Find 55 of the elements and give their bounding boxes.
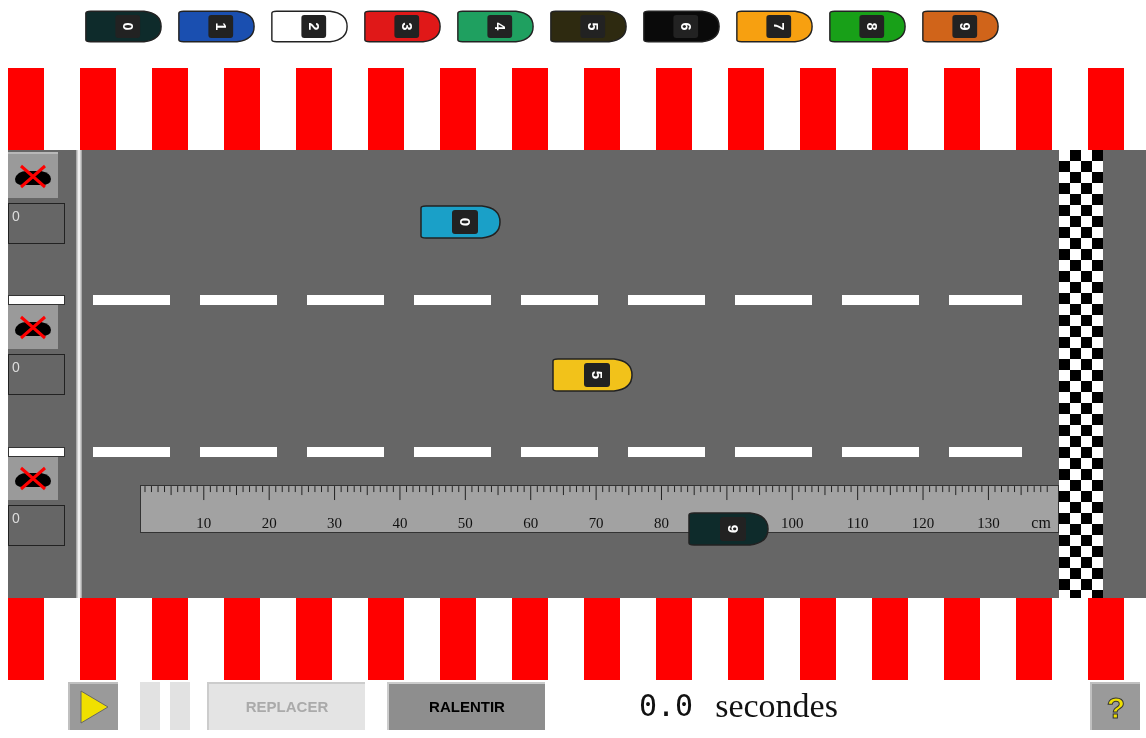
race-car[interactable]: 0 — [83, 8, 163, 45]
race-car[interactable]: 6 — [641, 8, 721, 45]
race-car[interactable]: 5 — [548, 8, 628, 45]
remove-car-button[interactable] — [8, 303, 58, 349]
race-car[interactable]: 4 — [455, 8, 535, 45]
lane-marking — [8, 447, 65, 457]
timer-unit: secondes — [715, 686, 838, 726]
race-car[interactable]: 2 — [269, 8, 349, 45]
car-number: 0 — [456, 217, 474, 227]
lane-counter: 0 — [8, 354, 65, 395]
ruler-label: 110 — [846, 514, 869, 531]
play-icon — [79, 690, 109, 724]
car-number: 9 — [724, 524, 742, 534]
ruler-label: 100 — [781, 514, 804, 531]
lane-counter: 0 — [8, 505, 65, 546]
remove-car-icon — [13, 163, 53, 189]
race-car[interactable]: 9 — [686, 511, 770, 547]
car-number: 8 — [863, 22, 880, 31]
race-car[interactable]: 1 — [176, 8, 256, 45]
remove-car-icon — [13, 314, 53, 340]
car-number: 0 — [119, 22, 136, 31]
car-number: 9 — [956, 22, 973, 31]
remove-car-button[interactable] — [8, 454, 58, 500]
race-car[interactable]: 9 — [920, 8, 1000, 45]
lane-counter: 0 — [8, 203, 65, 244]
car-number: 2 — [305, 22, 322, 31]
car-number: 5 — [588, 370, 606, 380]
car-number: 4 — [491, 22, 508, 31]
ruler-unit: cm — [1031, 513, 1051, 531]
car-number: 7 — [770, 22, 787, 31]
car-number: 1 — [212, 22, 229, 31]
race-car[interactable]: 0 — [418, 204, 502, 240]
ruler-label: 30 — [327, 514, 343, 531]
race-car[interactable]: 3 — [362, 8, 442, 45]
ruler-label: 80 — [654, 514, 669, 531]
car-number: 5 — [584, 22, 601, 31]
race-car[interactable]: 5 — [550, 357, 634, 393]
ruler-label: 40 — [392, 514, 408, 531]
ruler-label: 10 — [196, 514, 212, 531]
race-car[interactable]: 8 — [827, 8, 907, 45]
remove-car-button[interactable] — [8, 152, 58, 198]
car-number: 3 — [398, 22, 415, 31]
lane-marking — [8, 295, 65, 305]
play-button[interactable] — [68, 682, 118, 730]
ruler-label: 130 — [977, 514, 1000, 531]
ruler-label: 60 — [523, 514, 539, 531]
ruler-label: 50 — [457, 514, 473, 531]
car-number: 6 — [677, 22, 694, 31]
race-car[interactable]: 7 — [734, 8, 814, 45]
ruler-label: 120 — [911, 514, 935, 531]
timer-value: 0.0 — [639, 687, 694, 725]
remove-car-icon — [13, 465, 53, 491]
slow-down-button[interactable]: RALENTIR — [387, 682, 545, 730]
ruler-label: 70 — [588, 514, 604, 531]
ruler-label: 20 — [261, 514, 277, 531]
